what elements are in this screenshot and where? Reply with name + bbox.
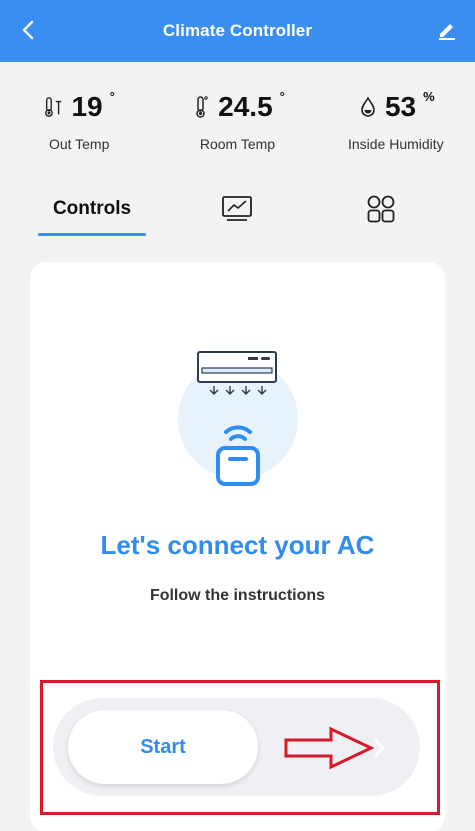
app-header: Climate Controller [0,0,475,62]
monitor-chart-icon [222,196,252,221]
connect-title: Let's connect your AC [100,530,375,560]
humidity-unit: % [423,89,435,104]
highlight-box [40,680,440,815]
out-temp-label: Out Temp [48,136,110,152]
page-title: Climate Controller [162,21,313,40]
ac-remote-illustration [178,351,298,486]
room-temp-value: 24.5 [218,91,273,122]
out-temp-unit: ° [109,89,115,104]
stat-room-temp: 24.5 ° Room Temp [158,62,316,170]
tab-grid[interactable] [356,180,406,238]
room-temp-unit: ° [279,89,285,104]
out-temp-value: 19 [71,91,103,122]
edit-button[interactable] [433,16,461,44]
tab-chart[interactable] [212,180,262,238]
stats-row: 19 ° Out Temp 24.5 ° Room Temp 53 % Insi… [0,62,475,170]
humidity-value: 53 [384,91,417,122]
humidity-label: Inside Humidity [347,136,444,152]
back-button[interactable] [14,16,42,44]
connect-subtitle: Follow the instructions [149,587,326,604]
pencil-icon [439,24,455,40]
stat-out-temp: 19 ° Out Temp [0,62,158,170]
tab-controls-label: Controls [52,198,132,219]
tab-bar: Controls [0,180,475,238]
grid-icon [367,195,395,223]
thermometer-outdoor-icon [43,90,65,124]
room-temp-label: Room Temp [199,136,276,152]
tab-controls[interactable]: Controls [38,180,146,238]
thermometer-icon [190,90,212,124]
tab-active-indicator [38,233,146,236]
stat-inside-humidity: 53 % Inside Humidity [317,62,475,170]
chevron-left-icon [22,20,34,40]
water-drop-icon [357,90,379,124]
